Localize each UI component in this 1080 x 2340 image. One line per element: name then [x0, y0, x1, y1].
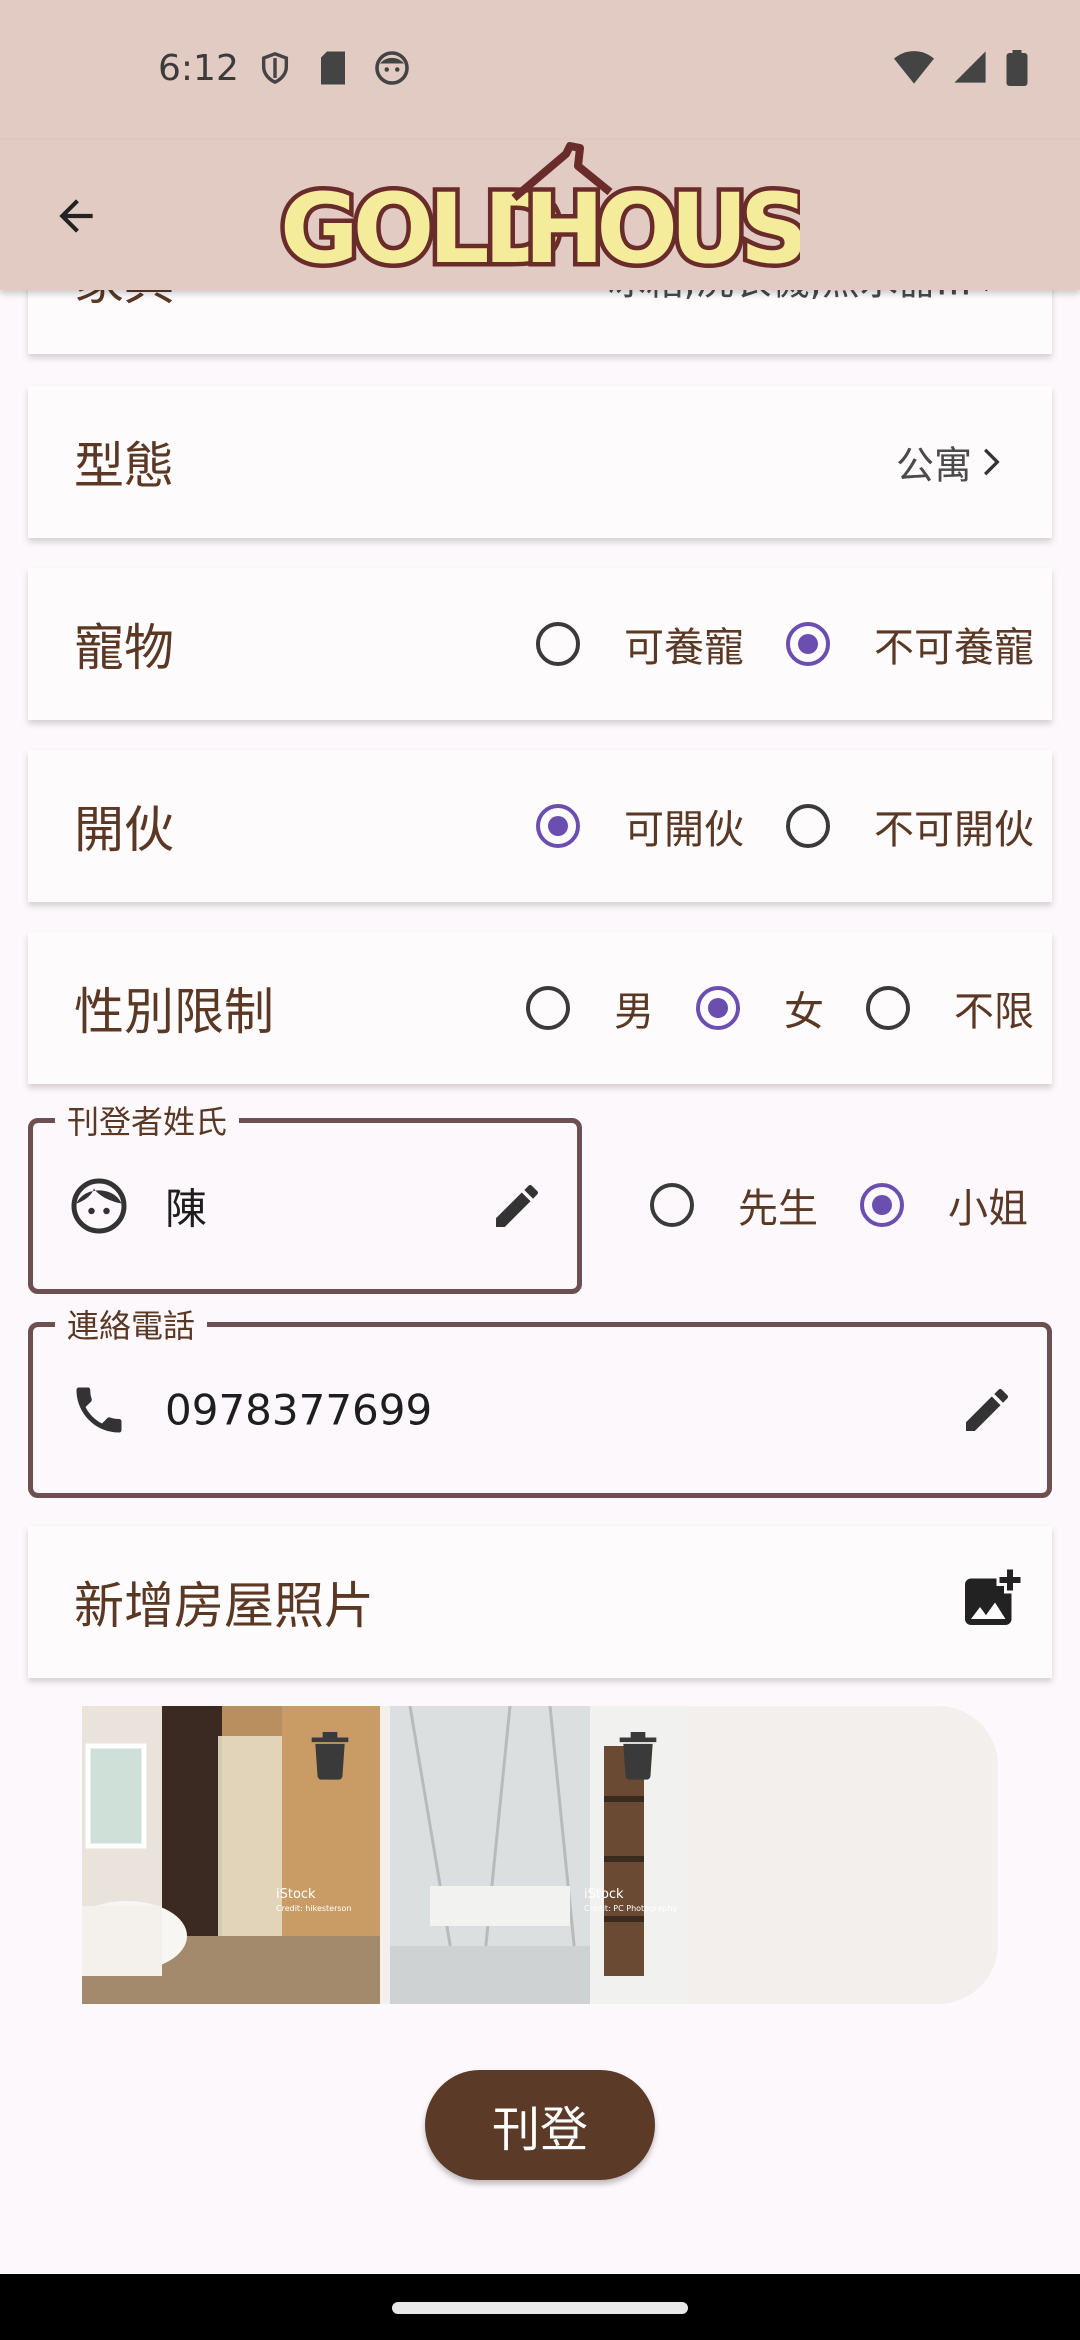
furniture-value: 冰箱,洗衣機,熱水器...: [608, 290, 972, 306]
poster-surname-field[interactable]: 刊登者姓氏 陳: [28, 1097, 582, 1294]
pet-option-not-allowed-radio[interactable]: [786, 622, 830, 666]
signal-icon: [954, 51, 986, 83]
poster-surname-input[interactable]: 陳: [165, 1176, 207, 1237]
title-ms-radio[interactable]: [860, 1183, 904, 1227]
app-bar: GOLD HOUSE: [0, 140, 1080, 290]
poster-surname-label: 刊登者姓氏: [55, 1097, 240, 1143]
house-photo-2[interactable]: iStock Credit: PC Photography: [390, 1706, 688, 2004]
edit-icon[interactable]: [489, 1178, 545, 1234]
delete-photo-icon[interactable]: [308, 1728, 352, 1780]
battery-icon: [1006, 50, 1028, 86]
title-ms-label[interactable]: 小姐: [948, 1176, 1028, 1234]
pet-option-not-allowed-label[interactable]: 不可養寵: [874, 615, 1034, 673]
gender-option-male-radio[interactable]: [526, 986, 570, 1030]
title-mr-label[interactable]: 先生: [738, 1176, 818, 1234]
pet-row: 寵物 可養寵 不可養寵: [28, 568, 1052, 720]
delete-photo-icon[interactable]: [616, 1728, 660, 1780]
pet-option-allowed-label[interactable]: 可養寵: [624, 615, 744, 673]
status-icons-right: [894, 50, 1028, 86]
arrow-back-icon: [59, 199, 93, 233]
add-photo-icon[interactable]: [956, 1562, 1028, 1634]
edit-icon[interactable]: [959, 1382, 1015, 1438]
phone-input[interactable]: 0978377699: [165, 1386, 432, 1435]
shield-icon: [261, 52, 289, 85]
furniture-label: 家具: [74, 290, 174, 314]
furniture-row[interactable]: 家具 冰箱,洗衣機,熱水器...: [28, 290, 1052, 354]
cooking-option-not-allowed-radio[interactable]: [786, 804, 830, 848]
type-value: 公寓: [895, 443, 972, 488]
add-photos-row[interactable]: 新增房屋照片: [28, 1526, 1052, 1678]
gold-house-logo: GOLD HOUSE: [276, 142, 800, 290]
publish-button[interactable]: 刊登: [425, 2070, 655, 2180]
cooking-option-allowed-radio[interactable]: [536, 804, 580, 848]
title-mr-radio[interactable]: [650, 1183, 694, 1227]
photo-2-watermark: iStock: [584, 1887, 624, 1902]
back-button[interactable]: [46, 186, 106, 246]
gender-label: 性別限制: [74, 983, 274, 1041]
face-icon: [375, 51, 409, 85]
photo-2-credit: Credit: PC Photography: [584, 1904, 678, 1913]
sd-card-icon: [321, 51, 345, 85]
status-bar: 6:12: [0, 0, 1080, 140]
type-row[interactable]: 型態 公寓: [28, 386, 1052, 538]
photo-strip[interactable]: iStock Credit: hikesterson iStock Credit…: [82, 1706, 998, 2004]
photo-1-watermark: iStock: [276, 1887, 316, 1902]
poster-title-radio-group: 先生 小姐: [620, 1176, 1028, 1234]
phone-label: 連絡電話: [55, 1301, 208, 1347]
status-icons-left: [258, 50, 410, 86]
pet-option-allowed-radio[interactable]: [536, 622, 580, 666]
gender-option-any-label[interactable]: 不限: [954, 979, 1034, 1037]
pet-radio-group: 可養寵 不可養寵: [494, 615, 1034, 673]
phone-field[interactable]: 連絡電話 0978377699: [28, 1301, 1052, 1498]
home-gesture-handle[interactable]: [392, 2302, 688, 2314]
gender-radio-group: 男 女 不限: [484, 979, 1034, 1037]
system-nav-bar: [0, 2274, 1080, 2340]
house-photo-1[interactable]: iStock Credit: hikesterson: [82, 1706, 380, 2004]
cooking-label: 開伙: [74, 801, 174, 859]
logo-text-gold: GOLD: [280, 173, 559, 285]
cooking-option-allowed-label[interactable]: 可開伙: [624, 797, 744, 855]
cooking-radio-group: 可開伙 不可開伙: [494, 797, 1034, 855]
pet-label: 寵物: [74, 619, 174, 677]
cooking-option-not-allowed-label[interactable]: 不可開伙: [874, 797, 1034, 855]
wifi-icon: [894, 51, 934, 84]
gender-option-female-radio[interactable]: [696, 986, 740, 1030]
gender-option-any-radio[interactable]: [866, 986, 910, 1030]
gender-option-male-label[interactable]: 男: [614, 979, 654, 1037]
chevron-right-icon: [985, 290, 988, 292]
logo-text-house: HOUSE: [524, 173, 800, 285]
add-photos-label: 新增房屋照片: [74, 1577, 374, 1635]
form-content[interactable]: 家具 冰箱,洗衣機,熱水器... 型態 公寓 寵物 可養寵 不可養寵 開伙 可開…: [0, 290, 1080, 2270]
cooking-row: 開伙 可開伙 不可開伙: [28, 750, 1052, 902]
type-label: 型態: [74, 437, 174, 495]
gender-option-female-label[interactable]: 女: [784, 979, 824, 1037]
gender-row: 性別限制 男 女 不限: [28, 932, 1052, 1084]
face-icon: [71, 1178, 127, 1234]
status-time: 6:12: [158, 48, 239, 89]
photo-1-credit: Credit: hikesterson: [276, 1904, 352, 1913]
phone-icon: [76, 1387, 122, 1433]
chevron-right-icon: [984, 448, 1000, 476]
